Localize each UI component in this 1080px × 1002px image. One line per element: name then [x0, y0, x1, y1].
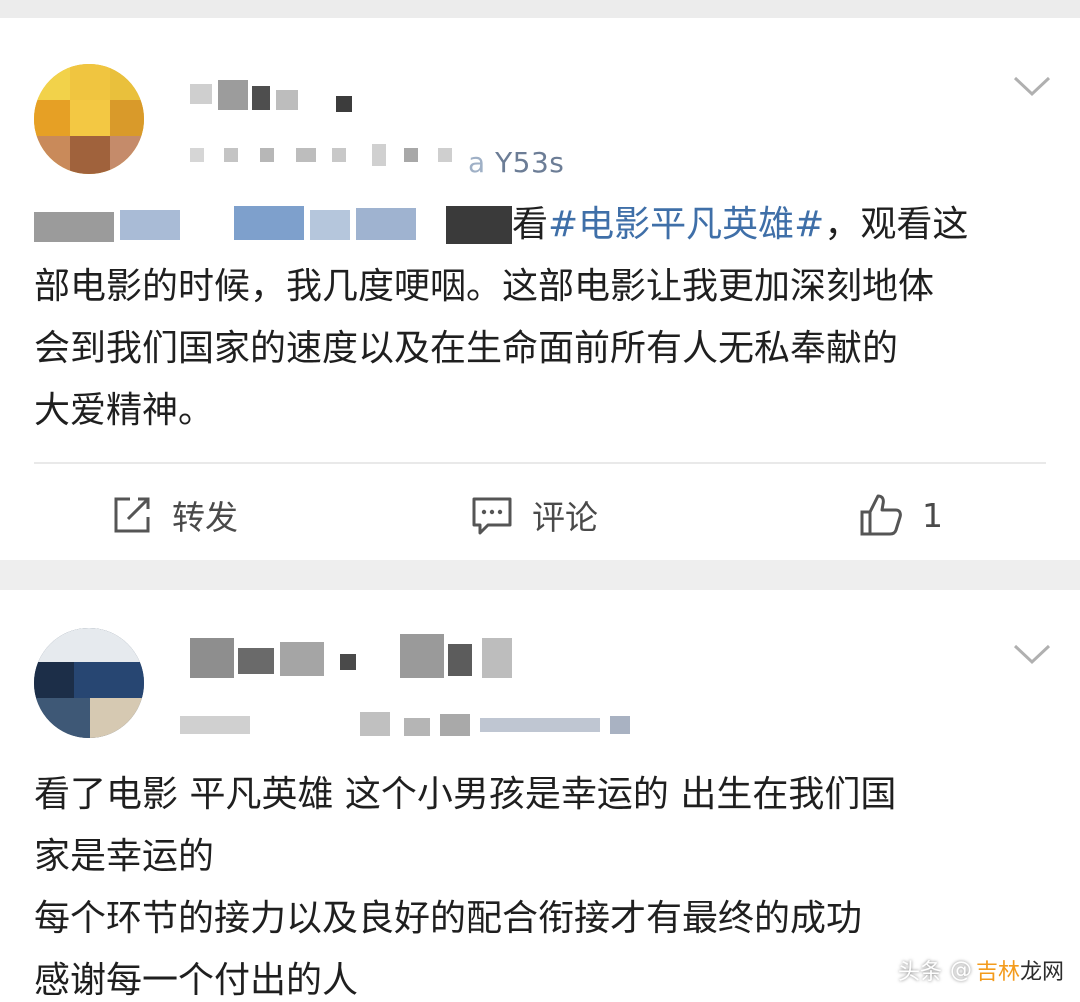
hashtag-link[interactable]: #电影平凡英雄# [548, 204, 824, 245]
thumbs-up-icon [860, 494, 902, 536]
comment-icon [472, 497, 512, 535]
watermark-site-2: 龙网 [1019, 954, 1064, 986]
post-line-1: 看了电影 平凡英雄 这个小男孩是幸运的 出生在我们国 [34, 774, 897, 815]
chevron-down-icon[interactable] [1012, 70, 1052, 100]
username-blurred[interactable] [190, 80, 360, 114]
post-line-2: 家是幸运的 [34, 836, 215, 877]
post-card-2: 看了电影 平凡英雄 这个小男孩是幸运的 出生在我们国 家是幸运的 每个环节的接力… [0, 590, 1080, 1002]
chevron-down-icon[interactable] [1012, 638, 1052, 668]
post-line-3: 每个环节的接力以及良好的配合衔接才有最终的成功 [34, 898, 863, 939]
blurred-text [34, 206, 512, 246]
post-line-3: 会到我们国家的速度以及在生命面前所有人无私奉献的 [34, 328, 899, 369]
comment-label: 评论 [532, 498, 598, 537]
user-handle: a Y53s [468, 146, 565, 179]
post-meta-blurred [180, 712, 640, 742]
watermark-at: @ [949, 957, 972, 983]
divider [34, 462, 1046, 464]
screenshot-page: a Y53s 看#电影平凡英雄#，观看这 部电影的时候，我几度哽咽。这部电影让我… [0, 0, 1080, 1002]
like-button[interactable]: 1 [858, 490, 943, 540]
username-blurred[interactable] [190, 634, 520, 682]
watermark-site: 吉林 [975, 960, 1020, 985]
post-card-1: a Y53s 看#电影平凡英雄#，观看这 部电影的时候，我几度哽咽。这部电影让我… [0, 18, 1080, 560]
post-line-2: 部电影的时候，我几度哽咽。这部电影让我更加深刻地体 [34, 266, 935, 307]
watermark: 头条 @ 吉林 龙网 [898, 954, 1064, 986]
watermark-prefix: 头条 [897, 960, 942, 985]
post-line-4: 大爱精神。 [34, 390, 215, 431]
post-body: 看了电影 平凡英雄 这个小男孩是幸运的 出生在我们国 家是幸运的 每个环节的接力… [34, 764, 896, 1002]
repost-label: 转发 [172, 498, 238, 537]
post-line-1: 看#电影平凡英雄#，观看这 [34, 194, 968, 256]
like-count: 1 [922, 495, 943, 535]
repost-button[interactable]: 转发 [110, 490, 238, 540]
post-body: 看#电影平凡英雄#，观看这 部电影的时候，我几度哽咽。这部电影让我更加深刻地体 … [34, 194, 968, 442]
post-meta-blurred [190, 142, 470, 172]
post-line-4: 感谢每一个付出的人 [34, 960, 359, 1001]
avatar[interactable] [34, 628, 144, 738]
share-icon [114, 497, 150, 533]
top-strip [0, 0, 1080, 18]
comment-button[interactable]: 评论 [470, 490, 598, 540]
avatar[interactable] [34, 64, 144, 174]
